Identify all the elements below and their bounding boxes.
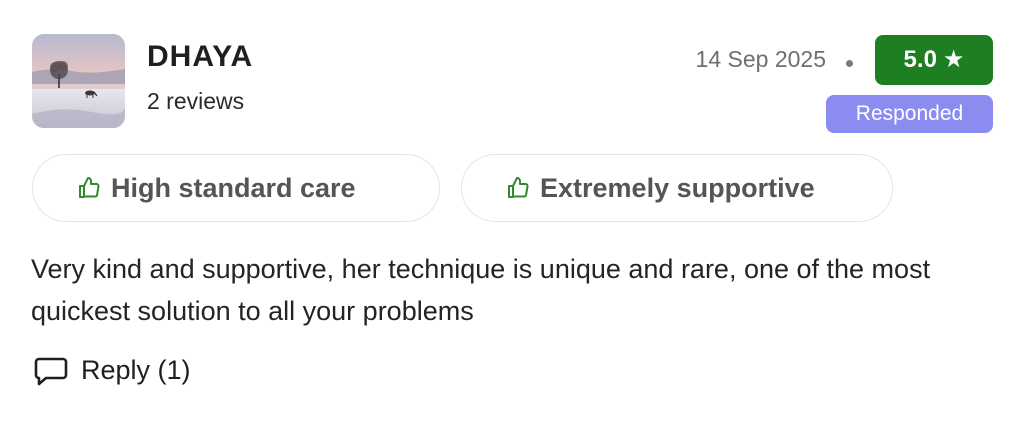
tag-chip-high-standard-care: High standard care (32, 154, 440, 222)
star-icon: ★ (942, 46, 965, 73)
review-text: Very kind and supportive, her technique … (31, 254, 931, 326)
avatar[interactable] (32, 34, 125, 128)
thumbs-up-icon (508, 177, 529, 198)
rating-value: 5.0 (903, 46, 937, 73)
review-card: DHAYA 2 reviews 14 Sep 2025 5.0 ★ Respon… (0, 0, 1024, 421)
tag-label: High standard care (111, 172, 356, 203)
tag-label: Extremely supportive (540, 172, 815, 203)
reviewer-name[interactable]: DHAYA (147, 40, 253, 74)
thumbs-up-icon (79, 177, 100, 198)
review-date: 14 Sep 2025 (695, 46, 826, 72)
reply-label: Reply (1) (81, 354, 191, 385)
separator-dot (846, 60, 853, 67)
responded-badge: Responded (826, 95, 993, 133)
review-count: 2 reviews (147, 88, 245, 114)
tag-chip-extremely-supportive: Extremely supportive (461, 154, 893, 222)
avatar-image (32, 34, 125, 128)
reply-button[interactable]: Reply (1) (33, 352, 191, 388)
comment-icon (34, 357, 68, 386)
rating-badge: 5.0 ★ (875, 35, 993, 85)
